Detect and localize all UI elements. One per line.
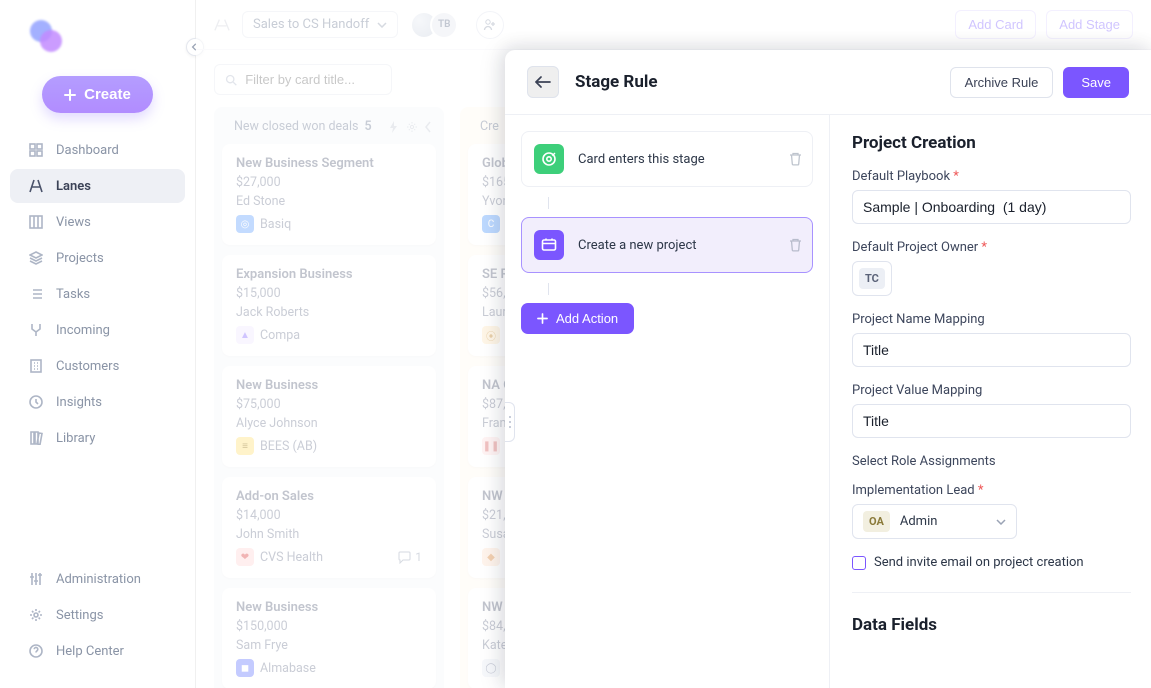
books-icon bbox=[28, 430, 44, 446]
name-map-label: Project Name Mapping bbox=[852, 312, 1131, 327]
help-icon bbox=[28, 643, 44, 659]
delete-icon[interactable] bbox=[789, 152, 802, 166]
playbook-input[interactable] bbox=[852, 190, 1131, 224]
sidebar-item-dashboard[interactable]: Dashboard bbox=[10, 133, 185, 167]
value-map-label: Project Value Mapping bbox=[852, 383, 1131, 398]
sidebar-item-tasks[interactable]: Tasks bbox=[10, 277, 185, 311]
gear-icon bbox=[28, 607, 44, 623]
name-map-input[interactable] bbox=[852, 333, 1131, 367]
rule-form: Project Creation Default Playbook Defaul… bbox=[830, 115, 1151, 688]
sidebar-item-label: Administration bbox=[56, 572, 141, 587]
sidebar-item-views[interactable]: Views bbox=[10, 205, 185, 239]
impl-lead-label: Implementation Lead bbox=[852, 483, 1131, 498]
main-area: Sales to CS Handoff TB Add Card Add Stag… bbox=[196, 0, 1151, 688]
connector bbox=[548, 283, 549, 295]
sidebar-item-label: Incoming bbox=[56, 323, 110, 338]
sidebar-item-label: Customers bbox=[56, 359, 119, 374]
sidebar-item-customers[interactable]: Customers bbox=[10, 349, 185, 383]
building-icon bbox=[28, 358, 44, 374]
sidebar: Create Dashboard Lanes Views Projects Tasks I… bbox=[0, 0, 196, 688]
sidebar-item-label: Help Center bbox=[56, 644, 124, 659]
section-project-creation: Project Creation bbox=[852, 133, 1131, 153]
checkbox-icon bbox=[852, 556, 866, 570]
divider bbox=[852, 592, 1131, 593]
impl-lead-select[interactable]: OA Admin bbox=[852, 504, 1017, 539]
playbook-label: Default Playbook bbox=[852, 169, 1131, 184]
sidebar-item-label: Projects bbox=[56, 251, 104, 266]
sidebar-item-label: Settings bbox=[56, 608, 103, 623]
panel-header: Stage Rule Archive Rule Save bbox=[505, 50, 1151, 115]
project-icon bbox=[534, 230, 564, 260]
impl-lead-value: Admin bbox=[900, 514, 938, 529]
create-button-label: Create bbox=[84, 86, 131, 103]
app-logo bbox=[30, 20, 66, 56]
merge-icon bbox=[28, 322, 44, 338]
rule-builder: Card enters this stage Create a new proje… bbox=[505, 115, 830, 688]
owner-initials: TC bbox=[859, 268, 885, 289]
panel-resize-handle[interactable] bbox=[505, 402, 515, 442]
sidebar-item-projects[interactable]: Projects bbox=[10, 241, 185, 275]
sidebar-item-label: Dashboard bbox=[56, 143, 119, 158]
sidebar-item-insights[interactable]: Insights bbox=[10, 385, 185, 419]
delete-icon[interactable] bbox=[789, 238, 802, 252]
chevron-down-icon bbox=[996, 519, 1006, 525]
target-icon bbox=[534, 144, 564, 174]
sidebar-item-label: Library bbox=[56, 431, 95, 446]
value-map-input[interactable] bbox=[852, 404, 1131, 438]
archive-rule-button[interactable]: Archive Rule bbox=[950, 67, 1054, 98]
trigger-label: Card enters this stage bbox=[578, 152, 705, 167]
sidebar-item-label: Views bbox=[56, 215, 91, 230]
invite-checkbox-row[interactable]: Send invite email on project creation bbox=[852, 555, 1131, 570]
clock-icon bbox=[28, 394, 44, 410]
add-action-button[interactable]: Add Action bbox=[521, 303, 634, 334]
grid-icon bbox=[28, 142, 44, 158]
impl-lead-initials: OA bbox=[863, 511, 890, 532]
sidebar-item-library[interactable]: Library bbox=[10, 421, 185, 455]
columns-icon bbox=[28, 214, 44, 230]
section-data-fields: Data Fields bbox=[852, 615, 1131, 635]
sidebar-item-label: Tasks bbox=[56, 287, 90, 302]
sliders-icon bbox=[28, 571, 44, 587]
sidebar-item-label: Lanes bbox=[56, 179, 91, 194]
invite-label: Send invite email on project creation bbox=[874, 555, 1084, 570]
back-button[interactable] bbox=[527, 66, 559, 98]
stack-icon bbox=[28, 250, 44, 266]
nav-main: Dashboard Lanes Views Projects Tasks Incoming… bbox=[4, 131, 191, 457]
panel-title: Stage Rule bbox=[575, 72, 658, 92]
sidebar-item-lanes[interactable]: Lanes bbox=[10, 169, 185, 203]
sidebar-item-settings[interactable]: Settings bbox=[10, 598, 185, 632]
action-create-project[interactable]: Create a new project bbox=[521, 217, 813, 273]
lanes-icon bbox=[28, 178, 44, 194]
add-action-label: Add Action bbox=[556, 311, 618, 326]
sidebar-item-label: Insights bbox=[56, 395, 102, 410]
connector bbox=[548, 197, 549, 209]
nav-bottom: Administration Settings Help Center bbox=[4, 560, 191, 688]
role-section-label: Select Role Assignments bbox=[852, 454, 1131, 469]
trigger-label: Create a new project bbox=[578, 238, 697, 253]
sidebar-item-incoming[interactable]: Incoming bbox=[10, 313, 185, 347]
owner-select[interactable]: TC bbox=[852, 261, 892, 296]
list-icon bbox=[28, 286, 44, 302]
save-button[interactable]: Save bbox=[1063, 67, 1129, 98]
trigger-card-enters[interactable]: Card enters this stage bbox=[521, 131, 813, 187]
sidebar-item-help-center[interactable]: Help Center bbox=[10, 634, 185, 668]
owner-label: Default Project Owner bbox=[852, 240, 1131, 255]
stage-rule-panel: Stage Rule Archive Rule Save Card enters… bbox=[505, 50, 1151, 688]
create-button[interactable]: Create bbox=[42, 76, 153, 113]
sidebar-item-administration[interactable]: Administration bbox=[10, 562, 185, 596]
